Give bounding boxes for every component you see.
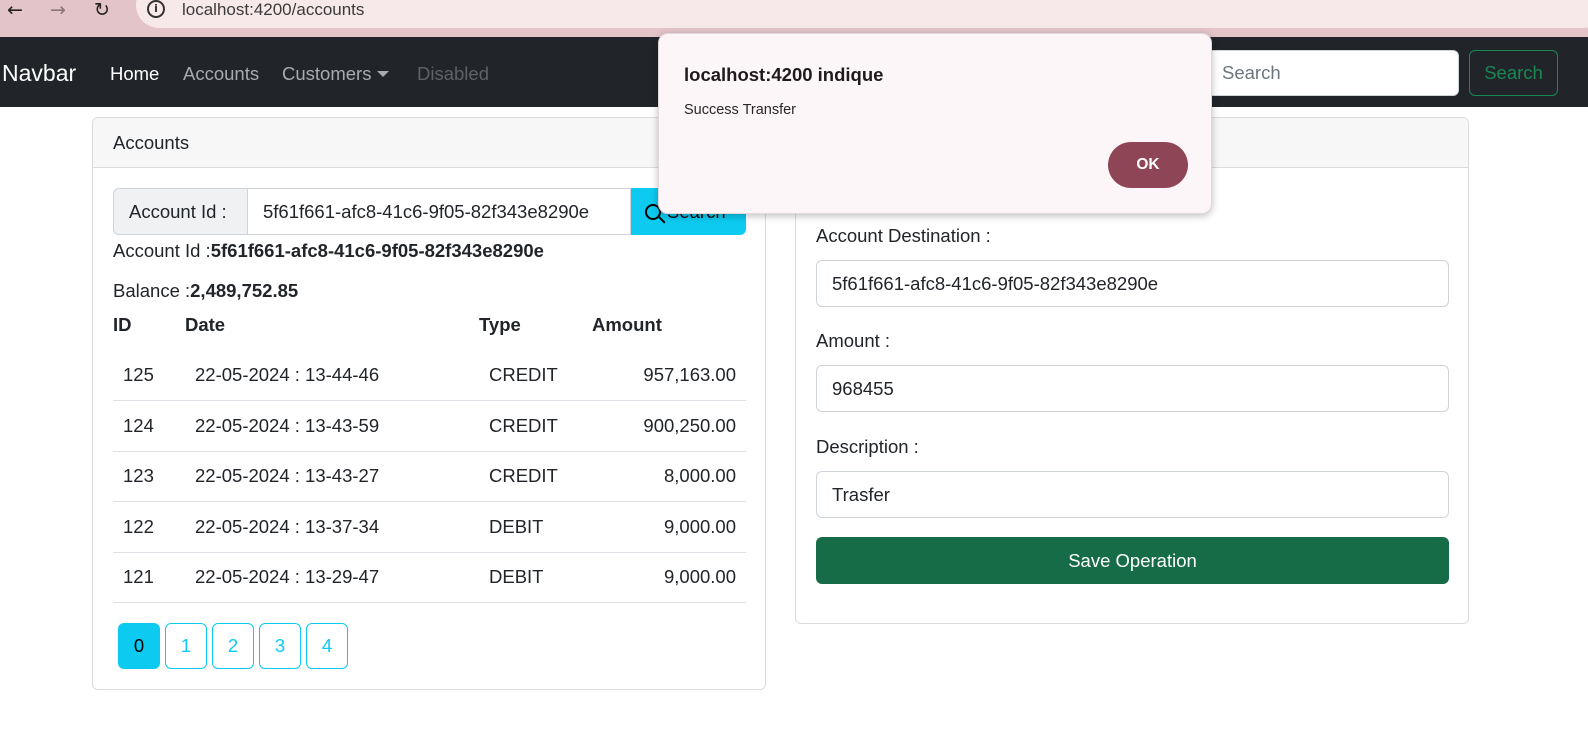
cell-amount: 900,250.00 [592,400,746,452]
table-header-row: ID Date Type Amount [113,314,746,350]
account-id-search-group: Account Id : 5f61f661-afc8-41c6-9f05-82f… [113,188,746,235]
column-header-amount: Amount [592,314,662,335]
table-row: 123 22-05-2024 : 13-43-27 CREDIT 8,000.0… [113,451,746,502]
navbar-search-button[interactable]: Search [1469,50,1558,96]
page-button-0[interactable]: 0 [118,623,160,669]
navbar-brand[interactable]: Navbar [2,60,76,87]
cell-type: DEBIT [479,552,592,603]
table-row: 124 22-05-2024 : 13-43-59 CREDIT 900,250… [113,400,746,452]
cell-id: 121 [113,552,185,603]
destination-input[interactable]: 5f61f661-afc8-41c6-9f05-82f343e8290e [816,260,1449,307]
amount-label: Amount : [816,330,891,351]
page-button-3[interactable]: 3 [259,623,301,669]
nav-dropdown-customers[interactable]: Customers [282,63,390,85]
cell-type: DEBIT [479,501,592,553]
table-row: 122 22-05-2024 : 13-37-34 DEBIT 9,000.00 [113,501,746,553]
cell-date: 22-05-2024 : 13-43-27 [185,451,479,502]
cell-id: 125 [113,350,185,401]
cell-amount: 957,163.00 [592,350,746,401]
navbar-search-input[interactable]: Search [1196,50,1459,96]
dialog-message: Success Transfer [684,102,797,118]
account-id-label: Account Id : [113,188,247,235]
account-id-input[interactable]: 5f61f661-afc8-41c6-9f05-82f343e8290e [247,188,631,235]
nav-link-accounts[interactable]: Accounts [183,63,259,85]
balance-label: Balance : [113,280,191,301]
page-button-2[interactable]: 2 [212,623,254,669]
table-row: 121 22-05-2024 : 13-29-47 DEBIT 9,000.00 [113,552,746,603]
cell-id: 122 [113,501,185,553]
cell-date: 22-05-2024 : 13-44-46 [185,350,479,401]
reload-icon[interactable]: ↻ [90,0,114,21]
cell-id: 124 [113,400,185,452]
cell-type: CREDIT [479,400,592,452]
dialog-ok-button[interactable]: OK [1108,142,1188,188]
page-button-1[interactable]: 1 [165,623,207,669]
cell-type: CREDIT [479,350,592,401]
cell-date: 22-05-2024 : 13-29-47 [185,552,479,603]
back-icon[interactable]: ← [3,0,27,21]
caret-down-icon [377,70,390,77]
page-button-4[interactable]: 4 [306,623,348,669]
balance-value: 2,489,752.85 [190,280,299,301]
column-header-date: Date [185,314,226,335]
column-header-type: Type [479,314,521,335]
description-label: Description : [816,436,919,457]
table-row: 125 22-05-2024 : 13-44-46 CREDIT 957,163… [113,350,746,401]
dialog-title: localhost:4200 indique [684,64,884,85]
cell-amount: 9,000.00 [592,501,746,553]
url-text[interactable]: localhost:4200/accounts [182,0,364,19]
operations-table: ID Date Type Amount 125 22-05-2024 : 13-… [113,314,746,603]
amount-input[interactable]: 968455 [816,365,1449,412]
browser-toolbar: ← → ↻ i localhost:4200/accounts [0,0,1588,37]
pagination: 0 1 2 3 4 [118,623,348,669]
balance-line: Balance :2,489,752.85 [113,280,298,302]
alert-dialog: localhost:4200 indique Success Transfer … [658,33,1212,214]
cell-id: 123 [113,451,185,502]
nav-link-disabled: Disabled [417,63,489,84]
nav-dropdown-customers-label: Customers [282,63,372,84]
account-id-line-label: Account Id : [113,240,211,261]
account-id-line: Account Id :5f61f661-afc8-41c6-9f05-82f3… [113,240,544,262]
description-input[interactable]: Trasfer [816,471,1449,518]
column-header-id: ID [113,314,132,335]
cell-date: 22-05-2024 : 13-37-34 [185,501,479,553]
cell-amount: 9,000.00 [592,552,746,603]
destination-label: Account Destination : [816,225,991,246]
cell-amount: 8,000.00 [592,451,746,502]
cell-date: 22-05-2024 : 13-43-59 [185,400,479,452]
nav-link-home[interactable]: Home [110,63,159,85]
forward-icon[interactable]: → [46,0,70,21]
save-operation-button[interactable]: Save Operation [816,537,1449,584]
account-id-line-value: 5f61f661-afc8-41c6-9f05-82f343e8290e [210,240,544,261]
site-info-icon[interactable]: i [147,0,165,18]
cell-type: CREDIT [479,451,592,502]
